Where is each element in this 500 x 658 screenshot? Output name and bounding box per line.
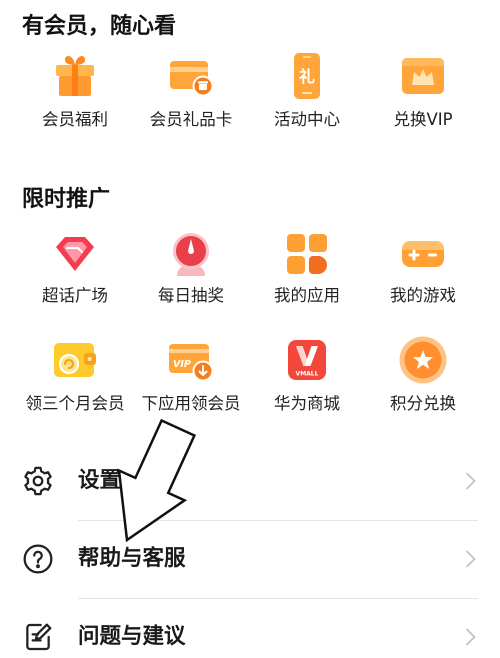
vip-badge-text: VIP xyxy=(173,359,191,370)
chevron-right-icon xyxy=(458,469,482,493)
member-wallet-icon[interactable] xyxy=(51,336,99,384)
tile-member-benefits[interactable]: 会员福利 xyxy=(17,52,133,132)
tile-super-topic[interactable]: 超话广场 xyxy=(17,230,133,310)
tile-label: 我的游戏 xyxy=(390,286,456,305)
gear-icon xyxy=(22,465,54,497)
tile-label: 下应用领会员 xyxy=(141,394,241,413)
divider xyxy=(78,598,478,599)
vip-card-download-icon[interactable]: VIP xyxy=(167,336,215,384)
tile-label: 会员礼品卡 xyxy=(149,110,233,129)
tile-label: 会员福利 xyxy=(42,110,108,129)
tile-my-games[interactable]: 我的游戏 xyxy=(365,230,481,310)
tile-points-exchange[interactable]: 积分兑换 xyxy=(365,336,481,416)
chevron-right-icon xyxy=(458,547,482,571)
vmall-icon[interactable]: VMALL xyxy=(283,336,331,384)
menu-item-help-support[interactable]: 帮助与客服 xyxy=(0,520,500,598)
gift-card-icon[interactable] xyxy=(167,52,215,100)
divider xyxy=(78,520,478,521)
tile-download-app-membership[interactable]: VIP 下应用领会员 xyxy=(133,336,249,416)
activity-center-glyph: 礼 xyxy=(299,67,315,86)
menu-item-label: 问题与建议 xyxy=(78,624,186,649)
menu-item-label: 帮助与客服 xyxy=(78,546,186,571)
tile-label: 每日抽奖 xyxy=(158,286,224,305)
tile-my-apps[interactable]: 我的应用 xyxy=(249,230,365,310)
gamepad-icon[interactable] xyxy=(399,230,447,278)
star-points-icon[interactable] xyxy=(399,336,447,384)
tile-activity-center[interactable]: 礼 活动中心 xyxy=(249,52,365,132)
activity-center-icon[interactable]: 礼 xyxy=(283,52,331,100)
tile-daily-lottery[interactable]: 每日抽奖 xyxy=(133,230,249,310)
menu-item-feedback[interactable]: 问题与建议 xyxy=(0,598,500,658)
help-circle-icon xyxy=(22,543,54,575)
vmall-logo-text: VMALL xyxy=(296,371,319,378)
member-page: 有会员，随心看 会员福利 会员礼品卡 礼 活动中心 兑换VIP 限时推广 超话广… xyxy=(0,0,500,658)
tile-three-month-membership[interactable]: 领三个月会员 xyxy=(17,336,133,416)
tile-label: 华为商城 xyxy=(274,394,340,413)
gift-box-icon[interactable] xyxy=(51,52,99,100)
diamond-icon[interactable] xyxy=(51,230,99,278)
tile-redeem-vip[interactable]: 兑换VIP xyxy=(365,52,481,132)
crown-icon[interactable] xyxy=(399,52,447,100)
menu-item-settings[interactable]: 设置 xyxy=(0,442,500,520)
tile-label: 积分兑换 xyxy=(390,394,456,413)
menu-item-label: 设置 xyxy=(78,468,122,493)
tile-huawei-mall[interactable]: VMALL 华为商城 xyxy=(249,336,365,416)
tile-label: 兑换VIP xyxy=(393,110,453,129)
tile-member-gift-card[interactable]: 会员礼品卡 xyxy=(133,52,249,132)
tile-label: 超话广场 xyxy=(42,286,108,305)
lottery-wheel-icon[interactable] xyxy=(167,230,215,278)
app-grid-icon[interactable] xyxy=(283,230,331,278)
chevron-right-icon xyxy=(458,625,482,649)
section-title-promotions: 限时推广 xyxy=(22,187,111,212)
tile-label: 领三个月会员 xyxy=(25,394,125,413)
feedback-edit-icon xyxy=(22,621,54,653)
tile-label: 我的应用 xyxy=(274,286,340,305)
section-title-membership: 有会员，随心看 xyxy=(22,14,177,39)
tile-label: 活动中心 xyxy=(274,110,340,129)
